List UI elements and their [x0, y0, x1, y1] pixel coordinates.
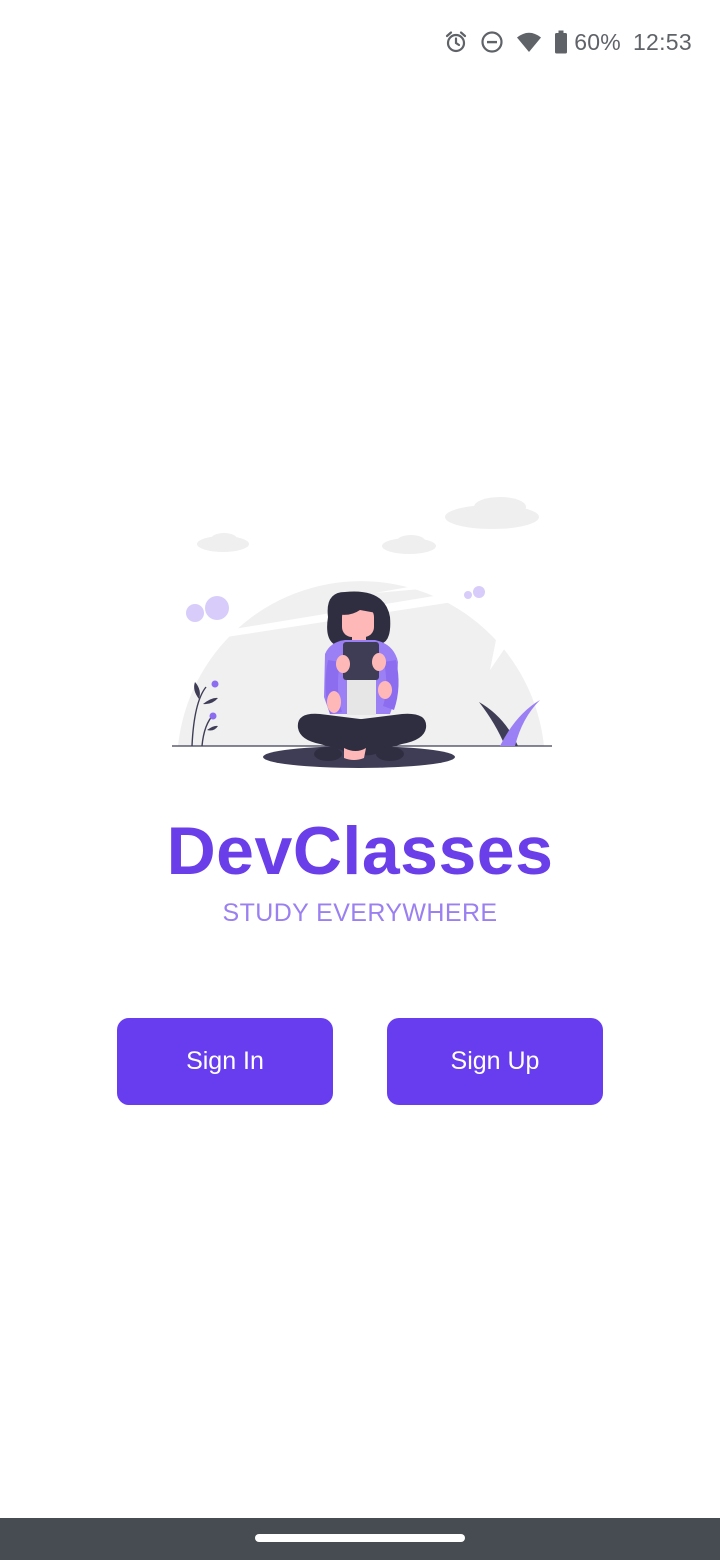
battery-icon	[554, 30, 568, 54]
app-title: DevClasses	[166, 813, 554, 889]
hero-illustration	[170, 492, 554, 772]
battery-percentage: 60%	[574, 28, 621, 55]
welcome-screen: 60% 12:53 DevClasses STUDY EVERYWHERE Si…	[0, 0, 720, 1560]
alarm-icon	[444, 30, 468, 54]
cloud-icon	[197, 533, 249, 552]
system-navigation-bar	[0, 1518, 720, 1560]
status-bar: 60% 12:53	[0, 0, 720, 84]
wifi-icon	[516, 31, 542, 53]
sign-in-button[interactable]: Sign In	[117, 1018, 333, 1105]
app-tagline: STUDY EVERYWHERE	[222, 899, 498, 927]
sign-up-button[interactable]: Sign Up	[387, 1018, 603, 1105]
home-gesture-handle[interactable]	[255, 1534, 465, 1542]
do-not-disturb-icon	[480, 30, 504, 54]
cloud-icon	[445, 497, 539, 529]
cloud-icon	[382, 535, 436, 554]
status-icons: 60% 12:53	[444, 26, 692, 58]
clock: 12:53	[632, 28, 692, 55]
